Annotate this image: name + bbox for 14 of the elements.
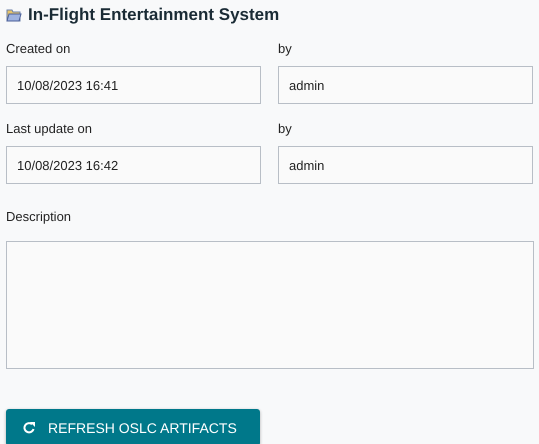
input-field[interactable]: admin [278, 146, 533, 184]
field-label: by [278, 41, 293, 57]
page-title: In-Flight Entertainment System [28, 5, 280, 25]
refresh-button[interactable]: REFRESH OSLC ARTIFACTS [6, 409, 260, 444]
refresh-icon [22, 420, 36, 434]
folder-icon [6, 8, 22, 22]
field-label: by [278, 121, 293, 137]
input-field[interactable]: admin [278, 66, 533, 104]
field-label: Last update on [6, 121, 94, 137]
description-field[interactable] [6, 241, 534, 369]
field-label: Description [6, 209, 72, 224]
input-field[interactable]: 10/08/2023 16:42 [6, 146, 261, 184]
field-label: Created on [6, 41, 72, 57]
input-field[interactable]: 10/08/2023 16:41 [6, 66, 261, 104]
